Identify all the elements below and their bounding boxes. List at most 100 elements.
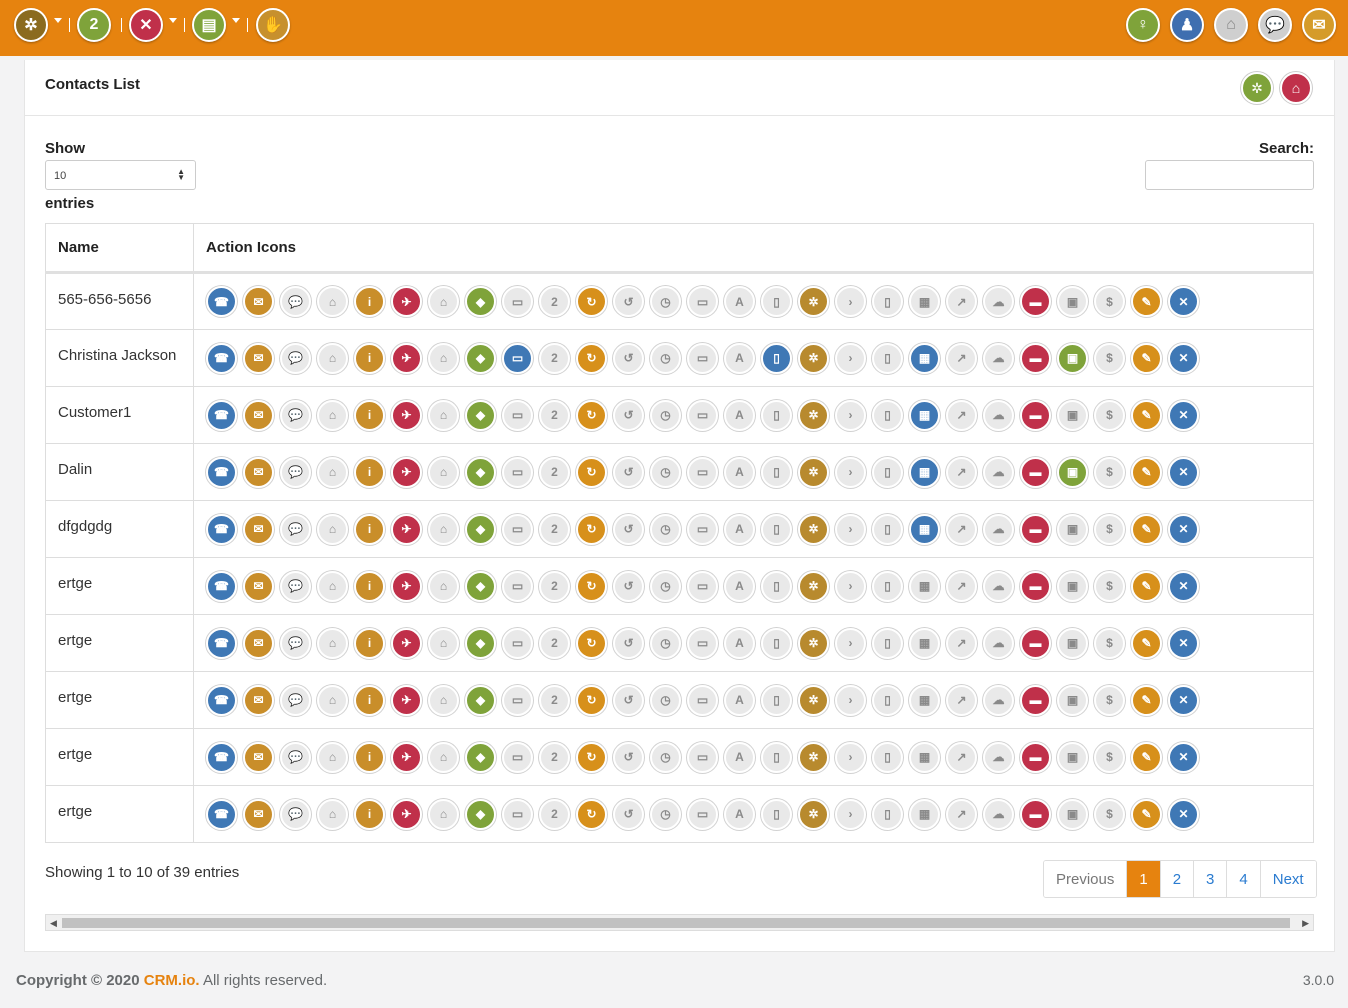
column-header-action-icons[interactable]: Action Icons [193, 223, 1314, 274]
document-icon[interactable]: ▯ [761, 342, 792, 374]
chart-icon[interactable]: ↗ [946, 342, 977, 374]
coupon-icon[interactable]: ✎ [1131, 570, 1162, 602]
chat-icon[interactable]: 💬 [280, 342, 311, 374]
open-sign-icon[interactable]: ▭ [502, 627, 533, 659]
dollar-icon[interactable]: $ [1094, 627, 1125, 659]
stopwatch-icon[interactable]: ◷ [650, 456, 681, 488]
bricks-icon[interactable]: ▦ [909, 627, 940, 659]
phone-icon[interactable]: ☎ [206, 342, 237, 374]
refresh-icon[interactable]: ↻ [576, 684, 607, 716]
document-icon[interactable]: ▯ [761, 399, 792, 431]
document-icon[interactable]: ▯ [761, 684, 792, 716]
open-sign-icon[interactable]: ▭ [502, 741, 533, 773]
stopwatch-icon[interactable]: ◷ [650, 342, 681, 374]
closed-sign-icon[interactable]: ▭ [687, 570, 718, 602]
document-icon[interactable]: ▯ [761, 798, 792, 830]
closed-sign-icon[interactable]: ▭ [687, 513, 718, 545]
photo-icon[interactable]: ▣ [1057, 570, 1088, 602]
refresh-icon[interactable]: ↻ [576, 741, 607, 773]
chart-icon[interactable]: ↗ [946, 570, 977, 602]
cancel-icon[interactable]: ✕ [1168, 684, 1199, 716]
phone-icon[interactable]: ☎ [206, 570, 237, 602]
arrow-right-icon[interactable]: › [835, 342, 866, 374]
chart-icon[interactable]: ↗ [946, 456, 977, 488]
page-size-select[interactable]: 10 ▲ ▼ [45, 160, 196, 190]
chevron-down-icon[interactable] [169, 18, 177, 23]
plane-icon[interactable]: ✈ [391, 684, 422, 716]
back-arrow-icon[interactable]: ↺ [613, 798, 644, 830]
chat-icon[interactable]: 💬 [1258, 8, 1292, 42]
info-icon[interactable]: i [354, 798, 385, 830]
cancel-icon[interactable]: ✕ [1168, 798, 1199, 830]
tag-icon[interactable]: ◆ [465, 627, 496, 659]
photo-icon[interactable]: ▣ [1057, 399, 1088, 431]
card-icon[interactable]: ▬ [1020, 456, 1051, 488]
chevron-down-icon[interactable] [54, 18, 62, 23]
bricks-icon[interactable]: ▦ [909, 741, 940, 773]
calendar-icon[interactable]: 2 [539, 684, 570, 716]
previous-button[interactable]: Previous [1044, 861, 1127, 897]
chart-icon[interactable]: ↗ [946, 399, 977, 431]
scroll-left-icon[interactable]: ◀ [50, 918, 57, 929]
building-icon[interactable]: ⌂ [317, 513, 348, 545]
open-sign-icon[interactable]: ▭ [502, 286, 533, 317]
arrow-right-icon[interactable]: › [835, 286, 866, 317]
info-icon[interactable]: i [354, 286, 385, 317]
stopwatch-icon[interactable]: ◷ [650, 513, 681, 545]
refresh-icon[interactable]: ↻ [576, 399, 607, 431]
calendar-icon[interactable]: 2 [539, 342, 570, 374]
document-icon[interactable]: ▯ [761, 741, 792, 773]
plane-icon[interactable]: ✈ [391, 513, 422, 545]
closed-sign-icon[interactable]: ▭ [687, 798, 718, 830]
brand-link[interactable]: CRM.io. [144, 972, 200, 989]
card-icon[interactable]: ▬ [1020, 286, 1051, 317]
calendar-icon[interactable]: 2 [539, 456, 570, 488]
house-icon[interactable]: ⌂ [428, 627, 459, 659]
tag-icon[interactable]: ◆ [465, 798, 496, 830]
house-icon[interactable]: ⌂ [428, 741, 459, 773]
back-arrow-icon[interactable]: ↺ [613, 570, 644, 602]
tools-icon[interactable]: ✕ [129, 8, 163, 42]
refresh-icon[interactable]: ↻ [576, 286, 607, 317]
arrow-right-icon[interactable]: › [835, 627, 866, 659]
arrow-right-icon[interactable]: › [835, 513, 866, 545]
bricks-icon[interactable]: ▦ [909, 570, 940, 602]
contact-name-cell[interactable]: Christina Jackson [45, 329, 194, 387]
abc-icon[interactable]: A [724, 399, 755, 431]
closed-sign-icon[interactable]: ▭ [687, 286, 718, 317]
document-icon[interactable]: ▯ [761, 513, 792, 545]
building-icon[interactable]: ⌂ [317, 456, 348, 488]
arrow-right-icon[interactable]: › [835, 456, 866, 488]
dollar-icon[interactable]: $ [1094, 399, 1125, 431]
closed-sign-icon[interactable]: ▭ [687, 342, 718, 374]
chart-icon[interactable]: ↗ [946, 798, 977, 830]
abc-icon[interactable]: A [724, 513, 755, 545]
gears-icon[interactable]: ✲ [798, 456, 829, 488]
cancel-icon[interactable]: ✕ [1168, 513, 1199, 545]
refresh-icon[interactable]: ↻ [576, 513, 607, 545]
mail-icon[interactable]: ✉ [243, 684, 274, 716]
arrow-right-icon[interactable]: › [835, 798, 866, 830]
mouse-icon[interactable]: ▯ [872, 513, 903, 545]
open-sign-icon[interactable]: ▭ [502, 513, 533, 545]
contact-name-cell[interactable]: Customer1 [45, 386, 194, 444]
abc-icon[interactable]: A [724, 286, 755, 317]
chat-icon[interactable]: 💬 [280, 684, 311, 716]
card-icon[interactable]: ▬ [1020, 399, 1051, 431]
tag-icon[interactable]: ◆ [465, 570, 496, 602]
house-icon[interactable]: ⌂ [428, 456, 459, 488]
gears-icon[interactable]: ✲ [798, 399, 829, 431]
card-icon[interactable]: ▬ [1020, 741, 1051, 773]
mouse-icon[interactable]: ▯ [872, 798, 903, 830]
refresh-icon[interactable]: ↻ [576, 627, 607, 659]
bricks-icon[interactable]: ▦ [909, 798, 940, 830]
coupon-icon[interactable]: ✎ [1131, 513, 1162, 545]
gears-icon[interactable]: ✲ [798, 342, 829, 374]
coupon-icon[interactable]: ✎ [1131, 399, 1162, 431]
closed-sign-icon[interactable]: ▭ [687, 399, 718, 431]
coupon-icon[interactable]: ✎ [1131, 684, 1162, 716]
arrow-right-icon[interactable]: › [835, 684, 866, 716]
cancel-icon[interactable]: ✕ [1168, 286, 1199, 317]
refresh-icon[interactable]: ↻ [576, 570, 607, 602]
mouse-icon[interactable]: ▯ [872, 684, 903, 716]
